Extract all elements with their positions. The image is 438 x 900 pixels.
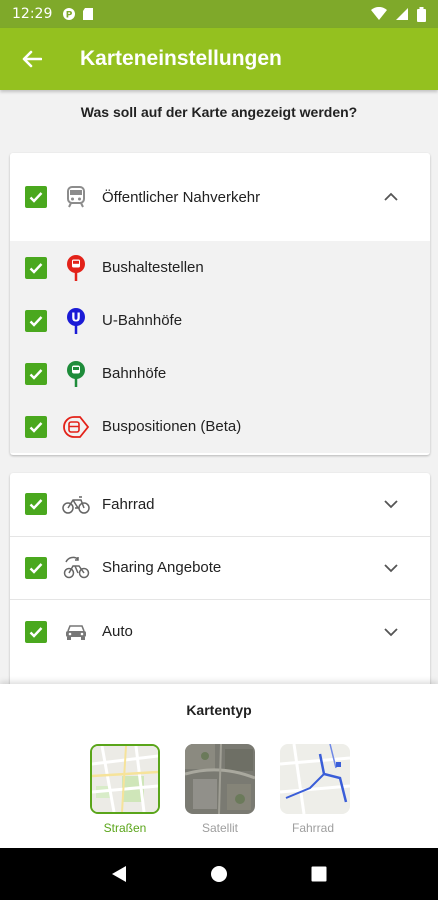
public-transport-header[interactable]: Öffentlicher Nahverkehr (10, 153, 430, 241)
train-icon (62, 183, 90, 211)
system-nav-bar (0, 848, 438, 900)
settings-question: Was soll auf der Karte angezeigt werden? (80, 104, 358, 120)
train-stations-label: Bahnhöfe (102, 365, 167, 382)
bicycle-icon (62, 490, 90, 518)
sharing-label: Sharing Angebote (102, 559, 222, 577)
bus-position-icon (62, 413, 90, 441)
chevron-down-icon[interactable] (382, 559, 400, 577)
page-title: Karteneinstellungen (80, 47, 282, 70)
checkmark-icon (29, 315, 43, 327)
sharing-icon (62, 554, 90, 582)
bicycle-label: Fahrrad (102, 495, 155, 513)
chevron-up-icon[interactable] (382, 188, 400, 206)
map-type-bicycle[interactable] (280, 744, 350, 814)
train-station-pin-icon (62, 360, 90, 388)
status-time: 12:29 (12, 6, 53, 22)
checkmark-icon (29, 562, 43, 574)
street-map-thumbnail (92, 746, 158, 812)
checkmark-icon (29, 192, 43, 203)
map-type-streets[interactable] (90, 744, 160, 814)
nav-recents-icon[interactable] (311, 866, 327, 882)
bicycle-checkbox[interactable] (25, 493, 47, 516)
bus-positions-label: Buspositionen (Beta) (102, 418, 242, 435)
wifi-icon (371, 7, 387, 20)
nav-back-icon[interactable] (111, 865, 127, 883)
checkmark-icon (29, 626, 43, 638)
public-transport-checkbox[interactable] (25, 186, 47, 208)
chevron-down-icon[interactable] (382, 623, 400, 641)
svg-text:P: P (66, 11, 73, 21)
checkmark-icon (29, 499, 43, 510)
bus-stops-checkbox[interactable] (25, 256, 47, 279)
map-type-streets-label: Straßen (103, 821, 147, 835)
public-transport-card: Öffentlicher Nahverkehr Bushaltestellen … (10, 153, 430, 455)
app-bar: Karteneinstellungen (0, 28, 438, 90)
map-type-title: Kartentyp (186, 702, 252, 718)
bus-positions-row[interactable]: Buspositionen (Beta) (10, 400, 430, 453)
battery-icon (417, 6, 426, 22)
map-type-sheet: Kartentyp Straßen Satellit Fahrrad (0, 684, 438, 848)
checkmark-icon (29, 368, 43, 380)
categories-card: Fahrrad Sharing Angebote Auto (10, 473, 430, 703)
car-checkbox[interactable] (25, 620, 47, 643)
bicycle-map-thumbnail (280, 744, 350, 814)
map-type-satellite-label: Satellit (201, 821, 239, 835)
car-row[interactable]: Auto (10, 600, 430, 664)
car-label: Auto (102, 623, 133, 641)
arrow-left-icon (22, 50, 42, 68)
subway-stations-row[interactable]: U U-Bahnhöfe (10, 294, 430, 347)
car-icon (62, 618, 90, 646)
signal-icon (396, 8, 408, 20)
bus-stops-label: Bushaltestellen (102, 259, 204, 276)
satellite-map-thumbnail (185, 744, 255, 814)
sharing-row[interactable]: Sharing Angebote (10, 537, 430, 600)
back-button[interactable] (0, 28, 64, 90)
chevron-down-icon[interactable] (382, 495, 400, 513)
bus-stop-pin-icon (62, 254, 90, 282)
status-bar: 12:29 P (0, 0, 438, 28)
subway-pin-icon: U (62, 307, 90, 335)
train-stations-row[interactable]: Bahnhöfe (10, 347, 430, 400)
app-notification-icon: P (63, 8, 76, 21)
map-type-bicycle-label: Fahrrad (291, 821, 335, 835)
subway-stations-label: U-Bahnhöfe (102, 312, 183, 329)
bicycle-row[interactable]: Fahrrad (10, 473, 430, 537)
sharing-checkbox[interactable] (25, 556, 47, 579)
train-stations-checkbox[interactable] (25, 362, 47, 385)
svg-text:U: U (71, 310, 81, 324)
checkmark-icon (29, 421, 43, 433)
public-transport-label: Öffentlicher Nahverkehr (102, 188, 261, 206)
subway-stations-checkbox[interactable] (25, 309, 47, 332)
map-type-satellite[interactable] (185, 744, 255, 814)
bus-stops-row[interactable]: Bushaltestellen (10, 241, 430, 294)
bus-positions-checkbox[interactable] (25, 415, 47, 438)
nav-home-icon[interactable] (210, 865, 228, 883)
checkmark-icon (29, 262, 43, 274)
sd-card-icon (83, 8, 94, 20)
